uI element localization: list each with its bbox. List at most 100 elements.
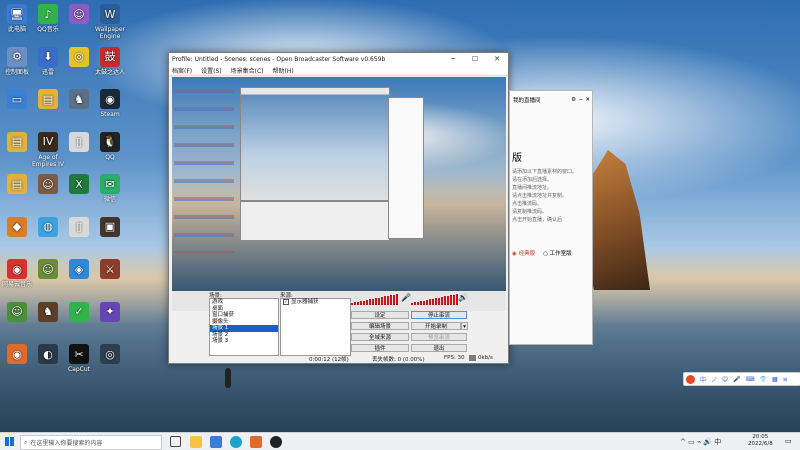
meter-bar [423,300,425,305]
desktop-icon-label: 迅雷 [41,68,54,76]
edit-scene-button[interactable]: 编辑场景 [351,322,409,330]
meter-bar [393,294,395,305]
record-dropdown-button[interactable]: ▾ [461,322,468,330]
app-taskbar-icon[interactable] [270,436,282,448]
nested-obs-window [240,87,390,201]
start-windows-icon[interactable] [5,437,14,446]
tray-icons[interactable]: ^ ▭ ⌁ 🔊 中 [680,437,721,447]
assistant-line: 直播间推流地址。 [512,185,553,191]
desktop-icon[interactable]: ◎ [89,344,131,366]
preview-icon-column [174,83,234,253]
ime-lang-button[interactable]: 中 [700,375,706,384]
desktop: 🖥 此电脑 ♪ QQ音乐 ☺ W Wallpaper Engine ⚙ 控制面板 ⬇ 迅雷 ◎ 鼓太鼓之… [0,0,800,450]
desktop-icon-label: 微信 [103,196,116,203]
ime-toolbar[interactable]: 中 ノ ☺ 🎤 ⌨ 👕 ▦ ≡ [683,372,800,386]
app-icon: ◐ [38,344,58,364]
menu-scene-collection[interactable]: 场景集合(C) [231,66,264,75]
live-assistant-panel[interactable]: 我的直播间 ⚙ ─ ✕ 版 请添加以下直播素材的窗口。 请在添加后选择。 直播间推流… [509,90,593,345]
app-icon: ▣ [100,216,120,237]
scene-item[interactable]: 场景 3 [210,338,278,345]
person-silhouette [225,368,231,388]
preview-stream-button[interactable]: 预览串流 [411,333,467,341]
global-sources-button[interactable]: 全域来源 [351,333,409,341]
assistant-line: 请复制推流码。 [512,209,548,215]
maximize-button[interactable]: ☐ [464,53,486,65]
speaker-icon[interactable]: 🔊 [458,293,468,302]
app-icon: ◎ [69,46,89,67]
close-button[interactable]: ✕ [486,53,508,65]
meter-bar [432,298,434,305]
desktop-icon[interactable]: ▣ [89,216,131,239]
task-view-icon[interactable] [170,436,181,447]
desktop-icon[interactable]: W Wallpaper Engine [89,4,131,40]
scene-list[interactable]: 游戏 桌面 窗口捕获 摄像头 场景 1 场景 2 场景 3 [209,298,279,356]
file-explorer-icon[interactable] [190,436,202,448]
start-record-button[interactable]: 开始录制 [411,322,461,330]
meter-bar [447,295,449,305]
ime-punct-icon[interactable]: ノ [711,375,717,384]
microphone-icon[interactable]: 🎤 [401,293,411,302]
desktop-icon[interactable]: 鼓太鼓之达人 [89,46,131,76]
meter-bar [429,299,431,305]
settings-button[interactable]: 设定 [351,311,409,319]
desktop-icon-label: CapCut [67,366,91,373]
assistant-line: 点击推流码。 [512,201,543,207]
meter-bar [378,297,380,305]
ime-menu-icon[interactable]: ≡ [783,376,788,383]
menu-settings[interactable]: 设置(S) [201,66,222,75]
desktop-icon[interactable]: 🐧 QQ [89,131,131,161]
desktop-icon[interactable]: ✦ [89,301,131,324]
edge-icon[interactable] [230,436,242,448]
close-icon[interactable]: ✕ [585,97,590,103]
assistant-title: 我的直播间 [513,98,541,104]
app-icon: 🐧 [100,131,120,152]
assistant-header: 我的直播间 ⚙ ─ ✕ [510,91,592,109]
ime-voice-icon[interactable]: 🎤 [733,376,740,383]
obs-taskbar-icon[interactable] [250,436,262,448]
source-list[interactable]: ✓ 显示器捕获 [280,298,351,356]
meter-bar [426,300,428,305]
desktop-icon[interactable]: ⚔ [89,259,131,281]
clock[interactable]: 20:05 2022/6/8 [748,434,773,448]
minimize-button[interactable]: ─ [442,53,464,65]
app-icon: ⚔ [100,259,120,279]
app-icon: ☺ [38,174,58,194]
desktop-icon-label: QQ音乐 [37,26,59,33]
app-icon: ♞ [69,89,89,109]
sogou-logo-icon[interactable] [686,374,695,384]
radio-studio[interactable]: ○ 工作室版 [543,249,572,257]
app-icon: ✂ [69,344,89,364]
checkbox-icon[interactable]: ✓ [283,299,289,305]
ime-keyboard-icon[interactable]: ⌨ [746,376,755,383]
plugins-button[interactable]: 插件 [351,344,409,352]
ime-skin-icon[interactable]: 👕 [759,376,766,383]
minimize-icon[interactable]: ─ [579,97,582,103]
meter-bar [381,297,383,305]
app-icon: ♞ [38,301,58,322]
assistant-line: 请点击推流地址并复制。 [512,193,568,199]
ime-toolbox-icon[interactable]: ▦ [772,376,778,383]
clock-date: 2022/6/8 [748,441,773,447]
app-icon: 鼓 [100,46,120,67]
meter-bar [375,298,377,305]
stop-stream-button[interactable]: 停止串流 [411,311,467,319]
desktop-icon-label: Age of Empires IV [31,153,65,168]
obs-window[interactable]: Profile: Untitled - Scenes: scenes - Ope… [168,52,509,364]
notification-icon[interactable]: ▭ [785,437,792,445]
status-fps: FPS: 30 [444,355,465,361]
title-bar[interactable]: Profile: Untitled - Scenes: scenes - Ope… [169,53,508,65]
taskbar-search[interactable]: ⌕ 在这里输入你要搜索的内容 [20,435,162,450]
gear-icon[interactable]: ⚙ [571,97,576,103]
app-icon: ◈ [69,259,89,279]
menu-file[interactable]: 档案(F) [172,66,192,75]
meter-bar [360,301,362,305]
store-icon[interactable] [210,436,222,448]
radio-classic[interactable]: ◉ 经典版 [512,249,535,257]
app-icon: ✓ [69,301,89,322]
ime-emoji-icon[interactable]: ☺ [722,376,728,383]
desktop-icon[interactable]: ◉ Steam [89,89,131,118]
source-item[interactable]: ✓ 显示器捕获 [281,299,350,306]
menu-help[interactable]: 帮助(H) [273,66,294,75]
desktop-icon[interactable]: ✉ 微信 [89,174,131,203]
exit-button[interactable]: 退出 [411,344,467,352]
